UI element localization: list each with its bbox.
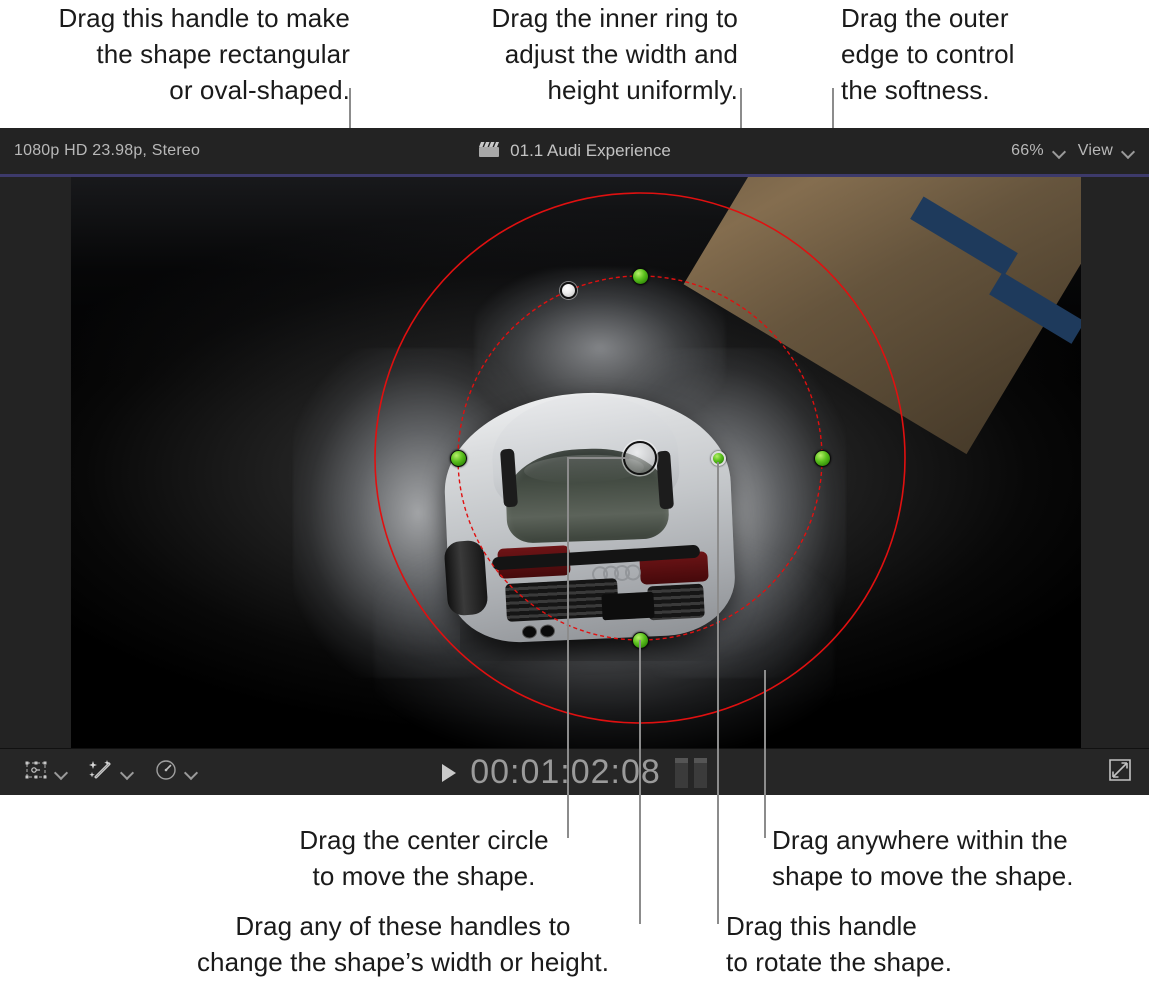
zoom-level-label: 66% (1011, 142, 1044, 159)
leader-line-center-circle-horizontal (567, 457, 629, 459)
titlebar-center-group[interactable]: 01.1 Audi Experience (0, 128, 1149, 174)
callout-outer-edge: Drag the outer edge to control the softn… (841, 3, 1015, 105)
expand-arrows-icon[interactable] (1107, 757, 1133, 788)
play-triangle-icon[interactable] (442, 763, 457, 782)
audio-meter-left (674, 757, 688, 788)
callout-inner-ring: Drag the inner ring to adjust the width … (491, 3, 738, 105)
audi-car (440, 365, 740, 662)
chevron-down-icon (1053, 145, 1066, 158)
callout-shape-curvature: Drag this handle to make the shape recta… (58, 3, 350, 105)
exhaust-pipes (521, 624, 556, 641)
viewer-panel: 1080p HD 23.98p, Stereo 01.1 Audi Experi… (0, 128, 1149, 795)
titlebar-right-group: 66% View (1011, 128, 1135, 174)
clapperboard-icon (478, 140, 500, 163)
leader-line-center-circle-vertical (567, 458, 569, 838)
bottombar-center-group: 00:01:02:08 (0, 749, 1149, 796)
video-canvas[interactable] (71, 177, 1081, 748)
view-menu[interactable]: View (1078, 142, 1135, 160)
callout-size-handles: Drag any of these handles to change the … (196, 911, 610, 977)
zoom-level-menu[interactable]: 66% (1011, 142, 1066, 160)
viewer-titlebar: 1080p HD 23.98p, Stereo 01.1 Audi Experi… (0, 128, 1149, 174)
timecode-display[interactable]: 00:01:02:08 (470, 753, 661, 792)
callout-drag-anywhere: Drag anywhere within the shape to move t… (772, 825, 1074, 891)
car-wheel (443, 540, 489, 617)
project-title-label: 01.1 Audi Experience (510, 141, 671, 160)
audio-level-meters (674, 757, 707, 788)
leader-line-rotate-handle (717, 462, 719, 924)
callout-center-circle: Drag the center circle to move the shape… (299, 825, 549, 891)
page-root: Drag this handle to make the shape recta… (0, 0, 1149, 982)
audio-meter-right (693, 757, 707, 788)
bottombar-right-group (1107, 749, 1133, 796)
leader-line-drag-anywhere (764, 670, 766, 838)
leader-line-size-handles (639, 640, 641, 924)
view-menu-label: View (1077, 142, 1113, 159)
car-grille-right (646, 583, 705, 621)
chevron-down-icon (1122, 145, 1135, 158)
viewer-bottom-toolbar: 00:01:02:08 (0, 748, 1149, 795)
license-plate (600, 592, 655, 621)
callout-rotate-handle: Drag this handle to rotate the shape. (726, 911, 953, 977)
